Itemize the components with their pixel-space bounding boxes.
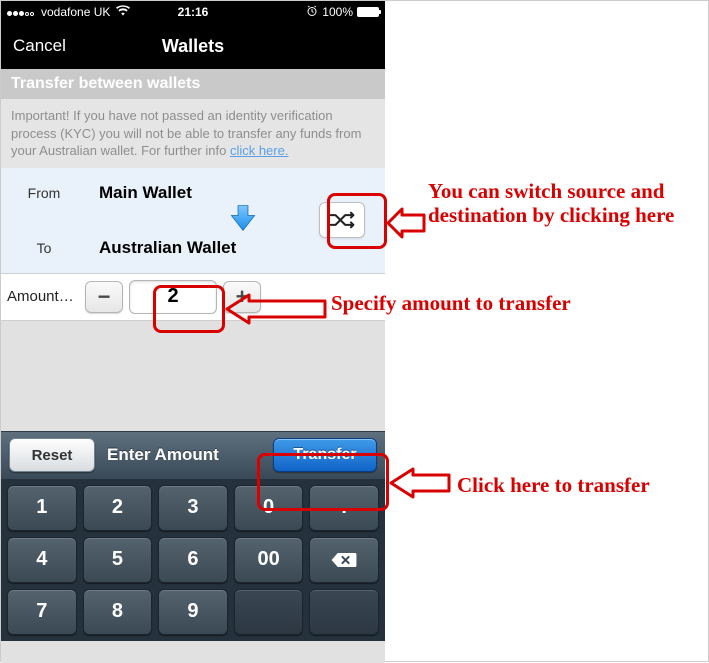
key-2[interactable]: 2 [83, 485, 153, 531]
annotation-box-swap [327, 193, 387, 249]
annotation-box-amount [153, 285, 225, 333]
annotation-arrow-swap [388, 209, 426, 242]
clock-label: 21:16 [178, 5, 209, 19]
key-00[interactable]: 00 [234, 537, 304, 583]
section-header: Transfer between wallets [1, 69, 385, 99]
to-label: To [9, 240, 79, 256]
key-9[interactable]: 9 [158, 589, 228, 635]
annotation-text-swap: You can switch source and destination by… [428, 179, 688, 227]
info-link[interactable]: click here. [230, 143, 289, 158]
key-1[interactable]: 1 [7, 485, 77, 531]
key-6[interactable]: 6 [158, 537, 228, 583]
battery-icon [357, 7, 379, 17]
minus-button[interactable]: − [85, 281, 123, 313]
key-3[interactable]: 3 [158, 485, 228, 531]
wifi-icon [116, 5, 130, 20]
signal-dots-icon [7, 5, 35, 19]
spacer [1, 321, 385, 431]
annotation-box-transfer [257, 453, 389, 511]
page-title: Wallets [162, 36, 224, 57]
annotation-arrow-amount [227, 295, 327, 328]
reset-button[interactable]: Reset [9, 438, 95, 472]
nav-bar: Cancel Wallets [1, 23, 385, 69]
cancel-button[interactable]: Cancel [13, 36, 66, 56]
key-backspace[interactable] [309, 537, 379, 583]
alarm-icon [306, 5, 318, 20]
status-bar: vodafone UK 21:16 100% [1, 1, 385, 23]
annotation-arrow-transfer [391, 469, 451, 502]
backspace-icon [330, 551, 358, 569]
from-label: From [9, 185, 79, 201]
key-7[interactable]: 7 [7, 589, 77, 635]
amount-label: Amount… [7, 288, 79, 305]
annotation-text-amount: Specify amount to transfer [331, 291, 571, 315]
annotation-text-transfer: Click here to transfer [457, 473, 650, 497]
key-5[interactable]: 5 [83, 537, 153, 583]
carrier-label: vodafone UK [41, 5, 110, 19]
key-4[interactable]: 4 [7, 537, 77, 583]
battery-percent: 100% [322, 5, 353, 19]
key-blank-2 [309, 589, 379, 635]
info-body: Important! If you have not passed an ide… [11, 108, 361, 158]
enter-amount-label: Enter Amount [103, 445, 265, 465]
info-text: Important! If you have not passed an ide… [1, 99, 385, 168]
key-8[interactable]: 8 [83, 589, 153, 635]
key-blank-1 [234, 589, 304, 635]
